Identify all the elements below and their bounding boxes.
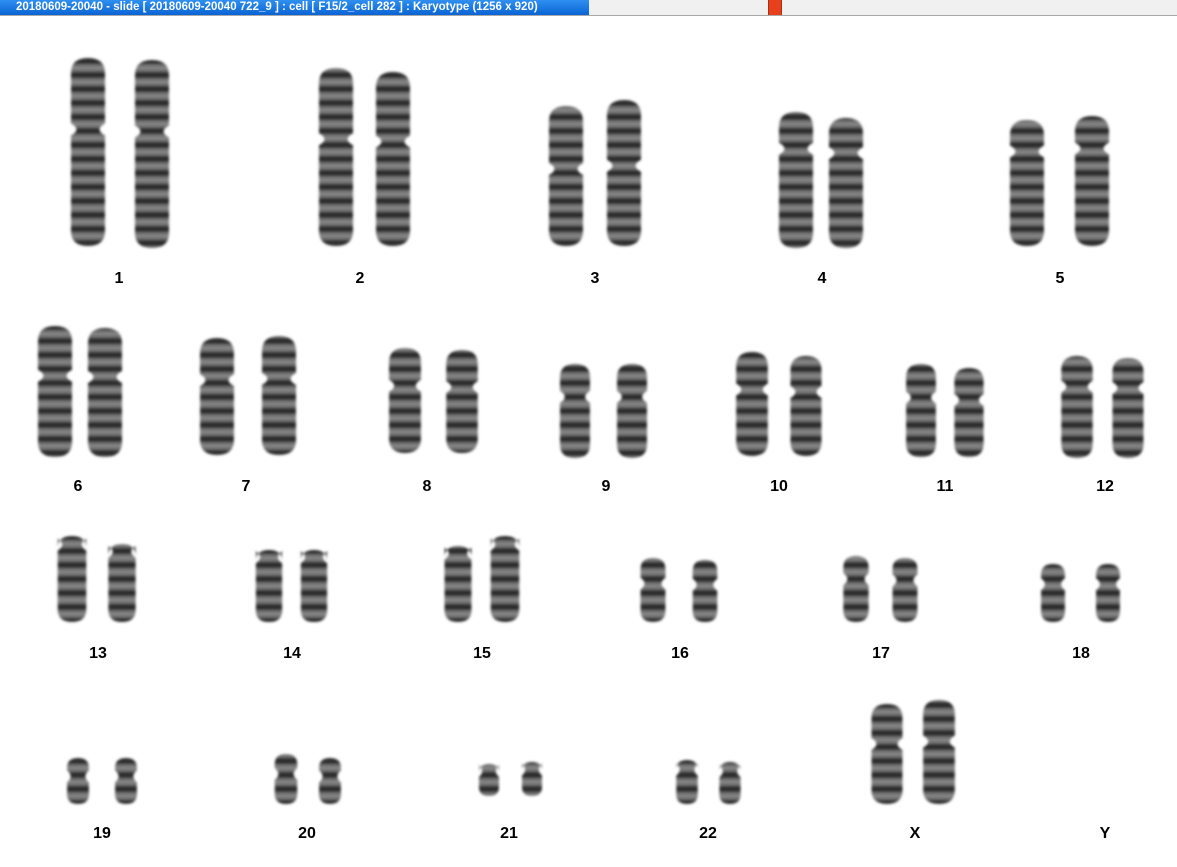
chromosome-label-1: 1 [114, 270, 124, 287]
chromosome-6-a[interactable] [38, 326, 72, 457]
chromosome-pair-1[interactable] [71, 58, 169, 248]
chromosome-label-9: 9 [601, 478, 611, 495]
chromosome-label-11: 11 [936, 478, 954, 495]
chromosome-label-13: 13 [89, 645, 107, 662]
chromosome-pair-11[interactable] [906, 364, 984, 457]
chromosome-12-b[interactable] [1112, 358, 1144, 458]
chromosome-label-8: 8 [422, 478, 432, 495]
chromosome-label-18: 18 [1072, 645, 1090, 662]
chromosome-pair-18[interactable] [1041, 564, 1120, 622]
chromosome-label-16: 16 [671, 645, 689, 662]
chromosome-3-b[interactable] [607, 100, 641, 246]
chromosome-21-b[interactable] [522, 762, 542, 796]
chromosome-label-14: 14 [283, 645, 301, 662]
chromosome-pair-7[interactable] [200, 336, 296, 455]
chromosome-6-b[interactable] [88, 328, 122, 457]
chromosome-label-22: 22 [699, 825, 717, 842]
chromosome-22-a[interactable] [676, 760, 698, 804]
chromosome-2-a[interactable] [319, 68, 353, 246]
chromosome-pair-5[interactable] [1010, 116, 1109, 246]
chromosome-images [38, 58, 1144, 804]
chromosome-13-a[interactable] [57, 536, 87, 622]
window-title-bar[interactable]: 20180609-20040 - slide [ 20180609-20040 … [0, 0, 1177, 16]
chromosome-pair-9[interactable] [560, 364, 647, 458]
chromosome-label-7: 7 [241, 478, 251, 495]
chromosome-9-b[interactable] [617, 364, 647, 458]
chromosome-21-a[interactable] [479, 764, 499, 796]
chromosome-10-b[interactable] [790, 356, 822, 456]
chromosome-pair-17[interactable] [843, 556, 918, 622]
chromosome-label-3: 3 [590, 270, 600, 287]
chromosome-8-a[interactable] [389, 348, 421, 453]
chromosome-7-a[interactable] [200, 338, 234, 455]
chromosome-20-b[interactable] [319, 758, 341, 804]
window-title: 20180609-20040 - slide [ 20180609-20040 … [0, 0, 589, 15]
chromosome-9-a[interactable] [560, 364, 590, 458]
chromosome-label-6: 6 [73, 478, 83, 495]
chromosome-19-b[interactable] [115, 758, 137, 804]
chromosome-label-21: 21 [500, 825, 518, 842]
chromosome-pair-15[interactable] [444, 536, 520, 622]
chromosome-label-12: 12 [1096, 478, 1114, 495]
chromosome-pair-13[interactable] [57, 536, 136, 622]
chromosome-2-b[interactable] [376, 72, 410, 246]
chromosome-14-b[interactable] [300, 550, 328, 622]
chromosome-label-15: 15 [473, 645, 491, 662]
chromosome-label-y: Y [1099, 825, 1111, 842]
chromosome-label-5: 5 [1055, 270, 1065, 287]
chromosome-x-b[interactable] [923, 700, 955, 804]
chromosome-18-b[interactable] [1096, 564, 1120, 622]
title-bar-marker[interactable] [768, 0, 782, 15]
karyogram-panel: 1 2 3 4 5 6 7 8 9 10 11 12 13 14 15 16 17 18 19 20 21 22 X Y [0, 16, 1177, 867]
chromosome-12-a[interactable] [1061, 356, 1093, 458]
chromosome-14-a[interactable] [255, 550, 283, 622]
chromosome-x-a[interactable] [871, 704, 903, 804]
chromosome-1-a[interactable] [71, 58, 105, 246]
chromosome-11-a[interactable] [906, 364, 936, 457]
chromosome-pair-14[interactable] [255, 550, 328, 622]
chromosome-17-a[interactable] [843, 556, 869, 622]
chromosome-15-a[interactable] [444, 546, 472, 622]
chromosome-8-b[interactable] [446, 350, 478, 453]
chromosome-pair-x[interactable] [871, 700, 955, 804]
chromosome-label-20: 20 [298, 825, 316, 842]
chromosome-4-b[interactable] [829, 118, 863, 248]
chromosome-label-4: 4 [817, 270, 827, 287]
chromosome-label-19: 19 [93, 825, 111, 842]
chromosome-pair-3[interactable] [549, 100, 641, 246]
chromosome-22-b[interactable] [719, 762, 741, 804]
chromosome-pair-8[interactable] [389, 348, 478, 453]
chromosome-10-a[interactable] [736, 352, 768, 456]
chromosome-7-b[interactable] [262, 336, 296, 455]
chromosome-4-a[interactable] [779, 112, 813, 248]
chromosome-1-b[interactable] [135, 60, 169, 248]
chromosome-pair-20[interactable] [274, 754, 341, 804]
chromosome-13-b[interactable] [108, 544, 136, 622]
chromosome-5-a[interactable] [1010, 120, 1044, 246]
chromosome-20-a[interactable] [274, 754, 298, 804]
chromosome-16-a[interactable] [640, 558, 666, 622]
chromosome-15-b[interactable] [490, 536, 520, 622]
chromosome-pair-4[interactable] [779, 112, 863, 248]
chromosome-pair-16[interactable] [640, 558, 718, 622]
chromosome-5-b[interactable] [1075, 116, 1109, 246]
chromosome-19-a[interactable] [67, 758, 89, 804]
chromosome-16-b[interactable] [692, 560, 718, 622]
chromosome-pair-21[interactable] [479, 762, 542, 796]
chromosome-pair-6[interactable] [38, 326, 122, 457]
chromosome-pair-2[interactable] [319, 68, 410, 246]
chromosome-17-b[interactable] [892, 558, 918, 622]
chromosome-label-10: 10 [770, 478, 788, 495]
chromosome-pair-12[interactable] [1061, 356, 1144, 458]
chromosome-pair-10[interactable] [736, 352, 822, 456]
chromosome-pair-22[interactable] [676, 760, 741, 804]
chromosome-label-x: X [909, 825, 921, 842]
chromosome-label-2: 2 [355, 270, 365, 287]
chromosome-3-a[interactable] [549, 106, 583, 246]
chromosome-11-b[interactable] [954, 368, 984, 457]
chromosome-18-a[interactable] [1041, 564, 1065, 622]
chromosome-label-17: 17 [872, 645, 890, 662]
chromosome-pair-19[interactable] [67, 758, 137, 804]
